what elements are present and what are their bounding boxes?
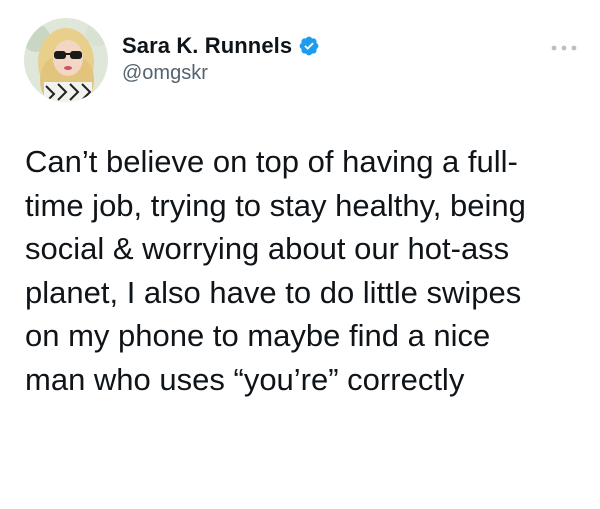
display-name[interactable]: Sara K. Runnels	[122, 33, 292, 59]
tweet-text-line: time job, trying to stay healthy, being	[25, 187, 526, 223]
tweet-text-line: social & worrying about our hot-ass	[25, 231, 510, 266]
author-handle[interactable]: @omgskr	[122, 62, 208, 85]
more-horizontal-icon[interactable]	[550, 40, 578, 51]
verified-badge-icon	[298, 35, 320, 57]
tweet-text-line: planet, I also have to do little swipes	[25, 274, 522, 310]
tweet-text: Can’t believe on top of having a full- t…	[25, 140, 585, 401]
avatar-image	[24, 18, 108, 102]
tweet-card: Sara K. Runnels @omgskr Can’t believe on…	[0, 0, 600, 509]
author-name-row: Sara K. Runnels	[122, 33, 320, 59]
tweet-text-line: man who uses “you’re” correctly	[25, 361, 465, 397]
tweet-text-line: Can’t believe on top of having a full-	[25, 144, 518, 179]
tweet-text-line: on my phone to maybe find a nice	[25, 318, 491, 353]
avatar[interactable]	[24, 18, 108, 102]
